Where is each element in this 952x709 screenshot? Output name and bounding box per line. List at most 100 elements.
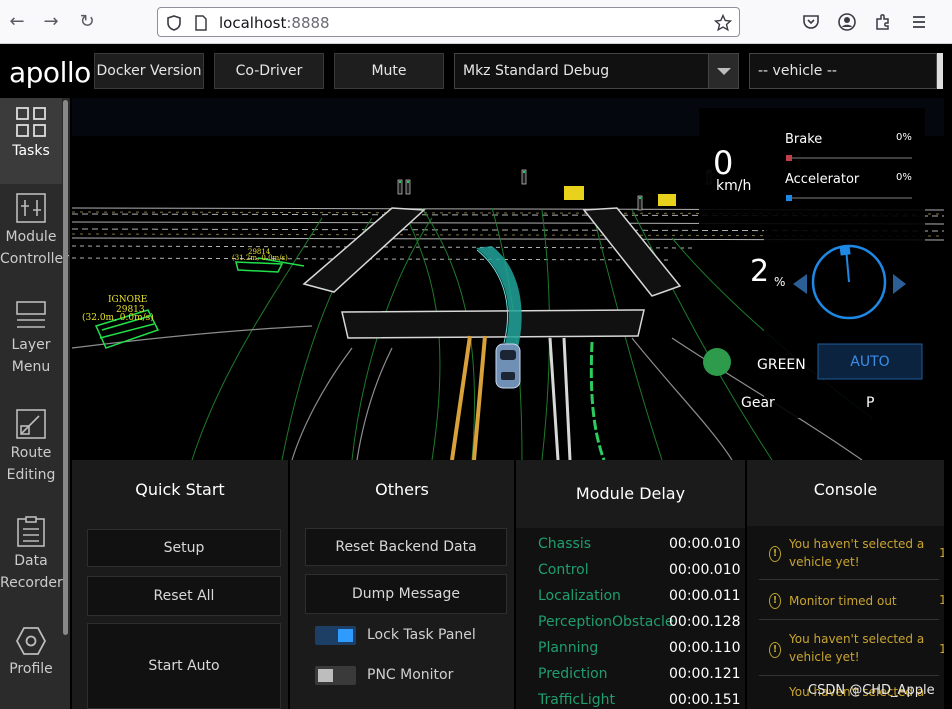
toggle-knob — [318, 669, 333, 682]
sidebar-item-label: Editing — [6, 467, 56, 483]
brake-indicator — [786, 155, 792, 161]
sidebar-item-label: Layer — [11, 337, 51, 353]
console-item: ! Monitor timed out 1 — [759, 580, 944, 620]
sidebar-item-route-editing[interactable]: Route Editing — [0, 408, 62, 488]
module-delay-row: Prediction 00:00.121 — [538, 666, 741, 682]
mute-button[interactable]: Mute — [334, 53, 444, 89]
vehicle-select[interactable]: -- vehicle -- — [749, 53, 937, 89]
sidebar-item-label: Route — [10, 445, 52, 461]
vehicle-select-edge — [937, 53, 943, 89]
page-icon — [195, 15, 207, 31]
co-driver-button[interactable]: Co-Driver — [214, 53, 324, 89]
url-bar[interactable]: localhost:8888 — [157, 7, 740, 37]
sidebar-item-module-controller[interactable]: Module Controller — [0, 192, 69, 272]
reset-all-button[interactable]: Reset All — [87, 576, 281, 616]
chevron-down-icon — [717, 68, 731, 75]
gear-value: P — [866, 395, 875, 411]
pnc-monitor-label: PNC Monitor — [367, 667, 454, 683]
sidebar-item-layer-menu[interactable]: Layer Menu — [0, 300, 62, 380]
accelerator-label: Accelerator — [785, 172, 860, 187]
console-item: ! You haven't selected a vehicle yet! 1 — [759, 526, 944, 580]
module-delay-panel: Module Delay Chassis 00:00.010 Control 00:… — [516, 460, 747, 709]
module-controller-icon — [16, 193, 46, 223]
warning-icon: ! — [769, 546, 781, 562]
steering-unit: % — [774, 275, 786, 289]
accelerator-indicator — [786, 195, 792, 201]
speed-unit: km/h — [716, 178, 752, 194]
route-editing-icon — [16, 409, 46, 439]
mode-select-value: Mkz Standard Debug — [463, 63, 610, 79]
ego-vehicle — [495, 343, 521, 389]
sidebar-item-label: Profile — [9, 661, 53, 677]
yellow-lanes — [450, 335, 487, 460]
obstacle-left-info: (32.0m, 0.0m/s) — [82, 312, 154, 323]
vehicle-select-value: -- vehicle -- — [758, 63, 837, 79]
signal-label: GREEN — [757, 357, 806, 373]
sidebar-item-data-recorder[interactable]: Data Recorder — [0, 516, 63, 596]
right-edge — [944, 98, 952, 709]
steering-value: 2 — [750, 254, 770, 289]
pnc-monitor-toggle[interactable] — [315, 666, 356, 685]
drive-mode-label: AUTO — [850, 354, 890, 370]
sign-markers — [564, 186, 676, 206]
grid-icon — [16, 107, 46, 137]
shield-icon[interactable] — [165, 14, 183, 32]
console-title: Console — [813, 480, 878, 499]
menu-icon[interactable] — [909, 12, 929, 32]
white-lanes — [548, 337, 572, 460]
sidebar-item-tasks[interactable]: Tasks — [0, 98, 62, 184]
module-delay-row: Chassis 00:00.010 — [538, 536, 741, 552]
dump-message-button[interactable]: Dump Message — [305, 574, 507, 614]
obstacle-left-tag: IGNORE — [108, 295, 147, 305]
brake-value: 0% — [896, 132, 912, 143]
module-delay-title: Module Delay — [575, 484, 686, 503]
console-item: ! You haven't selected a vehicle yet! 1 — [759, 620, 944, 676]
reset-backend-data-button[interactable]: Reset Backend Data — [305, 528, 507, 566]
reload-icon[interactable]: ↻ — [76, 11, 98, 33]
toggle-knob — [338, 629, 353, 642]
sidebar-item-profile[interactable]: Profile — [0, 626, 62, 686]
others-title: Others — [375, 480, 429, 499]
accelerator-value: 0% — [896, 172, 912, 183]
module-delay-row: Planning 00:00.110 — [538, 640, 741, 656]
vehicle-dashboard: 0 km/h Brake 0% Accelerator 0% 2 % GREEN… — [699, 108, 925, 418]
back-icon[interactable]: ← — [6, 11, 28, 33]
sidebar-item-label: Recorder — [0, 575, 63, 591]
sidebar-item-label: Controller — [0, 251, 69, 267]
sidebar-item-label: Data — [14, 553, 48, 569]
sidebar: Tasks Module Controller Layer Menu Route… — [0, 98, 70, 709]
quick-start-panel: Quick Start Setup Reset All Start Auto — [72, 460, 290, 709]
module-delay-row: Control 00:00.010 — [538, 562, 741, 578]
lock-task-panel-toggle[interactable] — [315, 626, 356, 645]
module-delay-row: Localization 00:00.011 — [538, 588, 741, 604]
pocket-icon[interactable] — [801, 12, 821, 32]
crosswalks — [302, 207, 682, 339]
module-delay-row: PerceptionObstacle 00:00.128 — [538, 614, 741, 630]
browser-toolbar: ← → ↻ localhost:8888 — [0, 0, 952, 44]
traffic-signal-light — [703, 348, 731, 376]
start-auto-button[interactable]: Start Auto — [87, 623, 281, 709]
green-lane — [589, 341, 606, 460]
others-panel: Others Reset Backend Data Dump Message L… — [290, 460, 516, 709]
obstacle-mid-info: (31.2m, 0.0m/s) — [232, 254, 288, 262]
console-panel: Console ! You haven't selected a vehicle… — [747, 460, 944, 709]
setup-button[interactable]: Setup — [87, 529, 281, 567]
sidebar-scrollbar[interactable] — [63, 100, 68, 635]
forward-icon[interactable]: → — [40, 11, 62, 33]
lock-task-panel-label: Lock Task Panel — [367, 627, 476, 643]
quick-start-title: Quick Start — [135, 480, 225, 499]
app-header: apollo Docker Version Co-Driver Mute Mkz… — [0, 44, 952, 98]
module-delay-row: TrafficLight 00:00.151 — [538, 692, 741, 708]
mode-select[interactable]: Mkz Standard Debug — [454, 53, 739, 89]
bookmark-star-icon[interactable] — [714, 14, 732, 32]
account-icon[interactable] — [837, 12, 857, 32]
module-delay-list: Chassis 00:00.010 Control 00:00.010 Locali… — [516, 528, 745, 709]
docker-version-button[interactable]: Docker Version — [94, 53, 204, 89]
mode-dropdown-toggle[interactable] — [708, 54, 738, 88]
extensions-icon[interactable] — [873, 12, 893, 32]
warning-icon: ! — [769, 642, 781, 658]
url-text: localhost:8888 — [219, 14, 330, 32]
apollo-logo: apollo — [9, 56, 91, 89]
console-list: ! You haven't selected a vehicle yet! 1 … — [747, 526, 944, 709]
data-recorder-icon — [17, 516, 45, 547]
